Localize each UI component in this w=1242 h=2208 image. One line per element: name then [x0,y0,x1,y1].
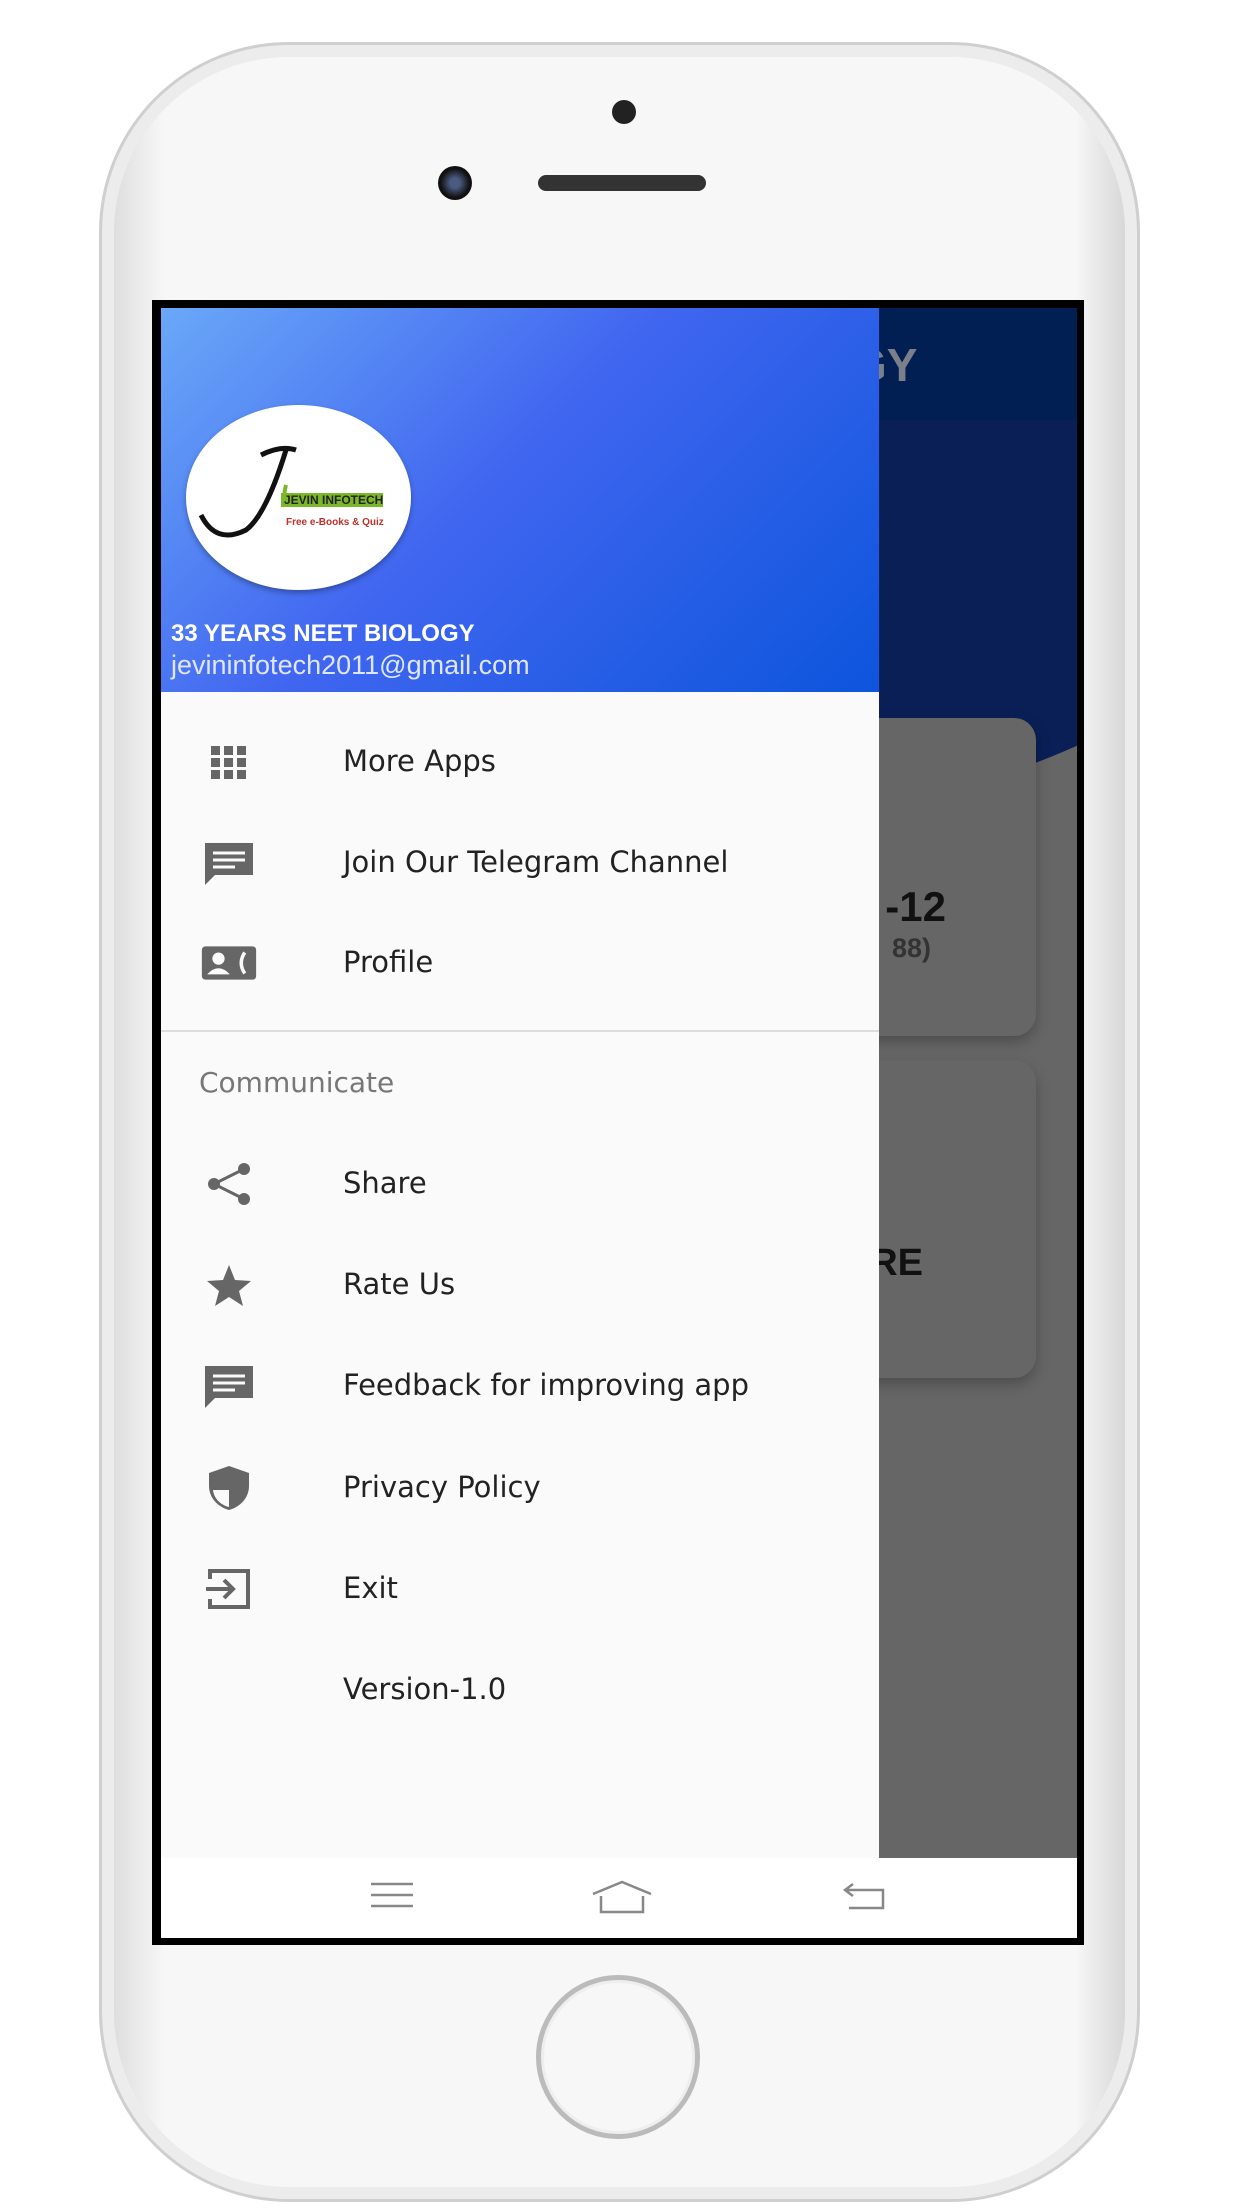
front-camera [438,166,472,200]
svg-text:JEVIN INFOTECH: JEVIN INFOTECH [284,493,383,507]
message-icon [201,841,257,885]
menu-item-label: Share [343,1166,427,1200]
menu-icon[interactable] [369,1880,415,1910]
screen: GY -12 88) RE JEVIN INFOTECH Free e-Book… [161,308,1077,1938]
menu-item-label: Feedback for improving app [343,1368,749,1402]
menu-item-label: Privacy Policy [343,1470,541,1504]
menu-item-label: More Apps [343,744,496,778]
exit-icon [201,1567,257,1611]
divider [161,1030,879,1032]
grid-icon [201,740,257,784]
contact-email: jevininfotech2011@gmail.com [171,650,530,680]
drawer-header: JEVIN INFOTECH Free e-Books & Quiz 33 YE… [161,308,879,692]
menu-item-share[interactable]: Share [161,1138,879,1228]
card-subtitle: 88) [891,933,931,963]
menu-item-label: Rate Us [343,1267,456,1301]
navigation-drawer: JEVIN INFOTECH Free e-Books & Quiz 33 YE… [161,308,879,1858]
version-text: Version-1.0 [343,1672,507,1706]
home-button[interactable] [536,1975,700,2139]
version-label: Version-1.0 [161,1644,879,1734]
speaker [538,175,706,191]
menu-item-label: Join Our Telegram Channel [343,845,729,879]
menu-item-more-apps[interactable]: More Apps [161,716,879,806]
star-icon [201,1263,257,1307]
svg-text:Free e-Books & Quiz: Free e-Books & Quiz [286,517,384,528]
menu-item-privacy-policy[interactable]: Privacy Policy [161,1442,879,1532]
home-icon[interactable] [591,1880,653,1914]
sensor [612,100,636,124]
app-name: 33 YEARS NEET BIOLOGY [171,620,475,647]
menu-item-feedback[interactable]: Feedback for improving app [161,1340,879,1430]
shield-icon [201,1466,257,1510]
menu-item-exit[interactable]: Exit [161,1543,879,1633]
contact-phone-icon [201,941,257,985]
section-header: Communicate [199,1066,395,1099]
back-icon[interactable] [841,1880,887,1910]
share-icon [201,1162,257,1206]
system-navigation-bar [161,1858,1077,1938]
app-logo: JEVIN INFOTECH Free e-Books & Quiz [186,405,411,590]
menu-item-telegram[interactable]: Join Our Telegram Channel [161,817,879,907]
menu-item-label: Exit [343,1571,398,1605]
menu-item-label: Profile [343,945,434,979]
message-icon [201,1364,257,1408]
menu-item-profile[interactable]: Profile [161,917,879,1007]
menu-item-rate-us[interactable]: Rate Us [161,1239,879,1329]
card-title: -12 [885,883,946,930]
